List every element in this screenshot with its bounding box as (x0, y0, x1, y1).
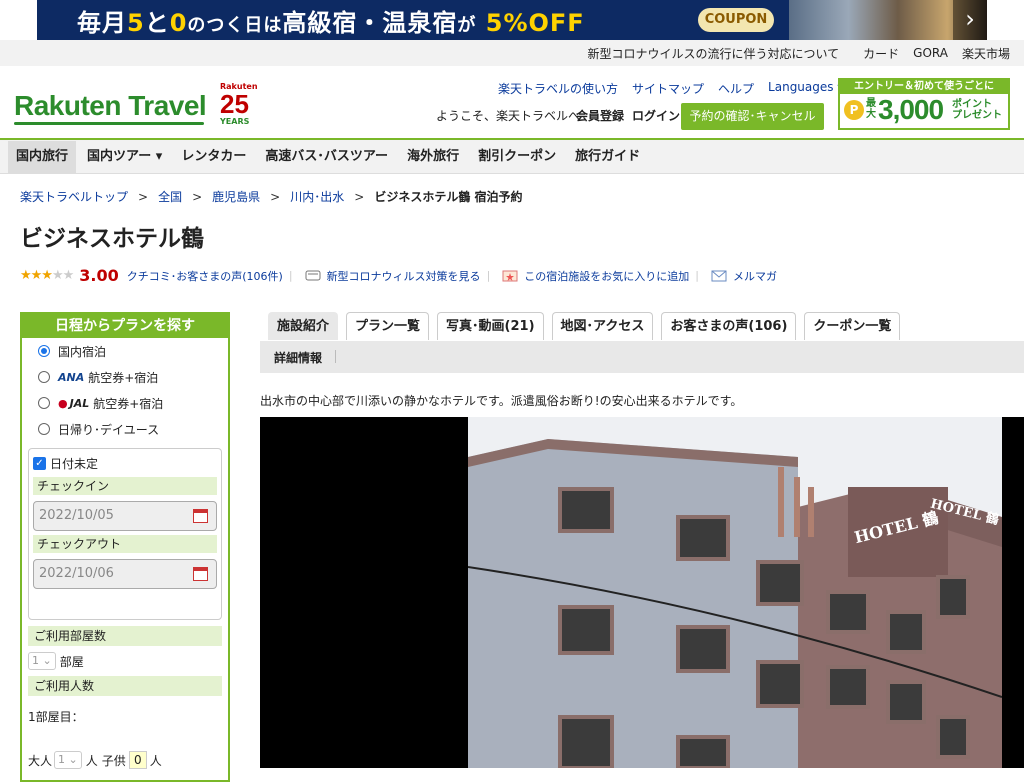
calendar-icon[interactable] (193, 509, 208, 523)
subtab-bar: 詳細情報 (260, 341, 1024, 373)
radio-domestic[interactable] (38, 345, 50, 357)
checkout-input[interactable]: 2022/10/06 (33, 559, 217, 589)
mail-magazine-link[interactable]: メルマガ (733, 268, 777, 284)
sidebar-heading: 日程からプランを探す (22, 314, 228, 338)
option-jal[interactable]: JAL航空券+宿泊 (22, 390, 228, 416)
promo-banner[interactable]: 毎月5と0のつく日は高級宿・温泉宿が 5%OFF COUPON › (37, 0, 987, 40)
login-link[interactable]: ログイン (632, 107, 680, 124)
radio-dayuse[interactable] (38, 423, 50, 435)
breadcrumb-national[interactable]: 全国 (158, 188, 182, 205)
anniversary-logo: Rakuten 25 YEARS (220, 82, 258, 126)
radio-jal[interactable] (38, 397, 50, 409)
adult-select[interactable]: 1 (54, 751, 82, 769)
jal-logo: JAL (58, 397, 90, 410)
sitemap-link[interactable]: サイトマップ (632, 80, 704, 97)
rooms-row: 1 部屋 (22, 652, 228, 670)
banner-area: 毎月5と0のつく日は高級宿・温泉宿が 5%OFF COUPON › (0, 0, 1024, 40)
covid-notice-link[interactable]: 新型コロナウイルスの流行に伴う対応について (588, 45, 840, 62)
nav-domestic[interactable]: 国内旅行 (8, 140, 77, 173)
register-link[interactable]: 会員登録 (576, 107, 624, 124)
tab-coupons[interactable]: クーポン一覧 (804, 312, 901, 340)
reservation-check-button[interactable]: 予約の確認･キャンセル (681, 103, 824, 130)
date-box: ✓ 日付未定 チェックイン 2022/10/05 チェックアウト 2022/10/… (28, 448, 222, 620)
top-utility-links: 新型コロナウイルスの流行に伴う対応について カード GORA 楽天市場 (0, 40, 1024, 66)
rakuten-travel-logo[interactable]: Rakuten Travel (14, 90, 207, 122)
star-rating-icon: ★★★★★ (20, 268, 74, 283)
checkout-label: チェックアウト (33, 535, 217, 553)
breadcrumb-area[interactable]: 川内･出水 (290, 188, 344, 205)
people-row: 大人 1 人 子供 0 人 (22, 751, 228, 769)
how-to-use-link[interactable]: 楽天トラベルの使い方 (498, 80, 618, 97)
point-coin-icon: P (844, 100, 864, 120)
nav-guide[interactable]: 旅行ガイド (567, 141, 648, 173)
nav-coupon[interactable]: 割引クーポン (470, 141, 564, 173)
checkin-input[interactable]: 2022/10/05 (33, 501, 217, 531)
mail-icon (711, 270, 727, 281)
option-domestic[interactable]: 国内宿泊 (22, 338, 228, 364)
main-nav: 国内旅行 国内ツアー レンタカー 高速バス･バスツアー 海外旅行 割引クーポン … (0, 140, 1024, 174)
ana-logo: ANA (58, 370, 85, 384)
languages-dropdown[interactable]: Languages (768, 80, 843, 97)
subtab-details[interactable]: 詳細情報 (274, 349, 322, 366)
coupon-badge: COUPON (698, 8, 774, 32)
nav-bus[interactable]: 高速バス･バスツアー (257, 141, 396, 173)
page-title: ビジネスホテル鶴 (20, 226, 204, 252)
nav-overseas[interactable]: 海外旅行 (399, 141, 467, 173)
date-undecided-checkbox[interactable]: ✓ 日付未定 (33, 453, 217, 473)
breadcrumb: 楽天トラベルトップ > 全国 > 鹿児島県 > 川内･出水 > ビジネスホテル鶴 宿泊予… (20, 188, 523, 205)
checkin-label: チェックイン (33, 477, 217, 495)
rooms-label: ご利用部屋数 (28, 626, 222, 646)
banner-headline: 毎月5と0のつく日は高級宿・温泉宿が 5%OFF (77, 9, 585, 37)
favorite-icon (502, 270, 518, 281)
logo-swoosh (14, 122, 204, 125)
tab-photos[interactable]: 写真･動画(21) (437, 312, 544, 340)
option-ana[interactable]: ANA 航空券+宿泊 (22, 364, 228, 390)
breadcrumb-current: ビジネスホテル鶴 宿泊予約 (374, 190, 523, 204)
hotel-building-image: HOTEL 鶴 HOTEL 鶴 (468, 417, 1002, 768)
breadcrumb-top[interactable]: 楽天トラベルトップ (20, 188, 128, 205)
nav-domestic-tour[interactable]: 国内ツアー (79, 141, 170, 173)
breadcrumb-prefecture[interactable]: 鹿児島県 (212, 188, 260, 205)
site-header: Rakuten Travel Rakuten 25 YEARS 楽天トラベルの使… (0, 66, 1024, 140)
child-count[interactable]: 0 (128, 751, 147, 769)
radio-ana[interactable] (38, 371, 50, 383)
rating-row: ★★★★★ 3.00 クチコミ･お客さまの声(106件) | 新型コロナウィルス… (20, 266, 777, 285)
entry-campaign-banner[interactable]: エントリー＆初めて使うごとに P 最大 3,000 ポイント プレゼント (838, 78, 1010, 130)
header-links: 楽天トラベルの使い方 サイトマップ ヘルプ Languages (498, 80, 843, 97)
bus-icon (305, 270, 321, 280)
people-label: ご利用人数 (28, 676, 222, 696)
reviews-link[interactable]: クチコミ･お客さまの声(106件) (127, 268, 283, 284)
nav-rental-car[interactable]: レンタカー (173, 141, 254, 173)
help-link[interactable]: ヘルプ (718, 80, 754, 97)
tab-reviews[interactable]: お客さまの声(106) (661, 312, 797, 340)
add-favorite-link[interactable]: この宿泊施設をお気に入りに追加 (524, 268, 689, 284)
tab-map[interactable]: 地図･アクセス (551, 312, 654, 340)
search-sidebar: 日程からプランを探す 国内宿泊 ANA航空券+宿泊 JAL航空券+宿泊 日帰り･… (20, 312, 230, 782)
rating-score: 3.00 (79, 266, 119, 285)
gora-link[interactable]: GORA (913, 46, 948, 60)
covid-measures-link[interactable]: 新型コロナウィルス対策を見る (327, 268, 481, 284)
hotel-photo[interactable]: HOTEL 鶴 HOTEL 鶴 (260, 417, 1024, 768)
facility-tabs: 施設紹介 プラン一覧 写真･動画(21) 地図･アクセス お客さまの声(106)… (268, 312, 908, 340)
room1-label: 1部屋目： (28, 710, 84, 724)
building-illustration: HOTEL 鶴 HOTEL 鶴 (468, 417, 1002, 768)
tab-overview[interactable]: 施設紹介 (268, 312, 339, 340)
calendar-icon[interactable] (193, 567, 208, 581)
banner-next-arrow-icon[interactable]: › (953, 0, 987, 40)
check-icon: ✓ (33, 456, 46, 470)
rooms-select[interactable]: 1 (28, 652, 56, 670)
option-dayuse[interactable]: 日帰り･デイユース (22, 416, 228, 442)
hotel-description: 出水市の中心部で川添いの静かなホテルです。派遣風俗お断り!の安心出来るホテルです… (260, 394, 743, 408)
rakuten-ichiba-link[interactable]: 楽天市場 (962, 45, 1010, 62)
welcome-text: ようこそ、楽天トラベルへ (436, 109, 581, 123)
card-link[interactable]: カード (863, 45, 899, 62)
tab-plans[interactable]: プラン一覧 (346, 312, 430, 340)
